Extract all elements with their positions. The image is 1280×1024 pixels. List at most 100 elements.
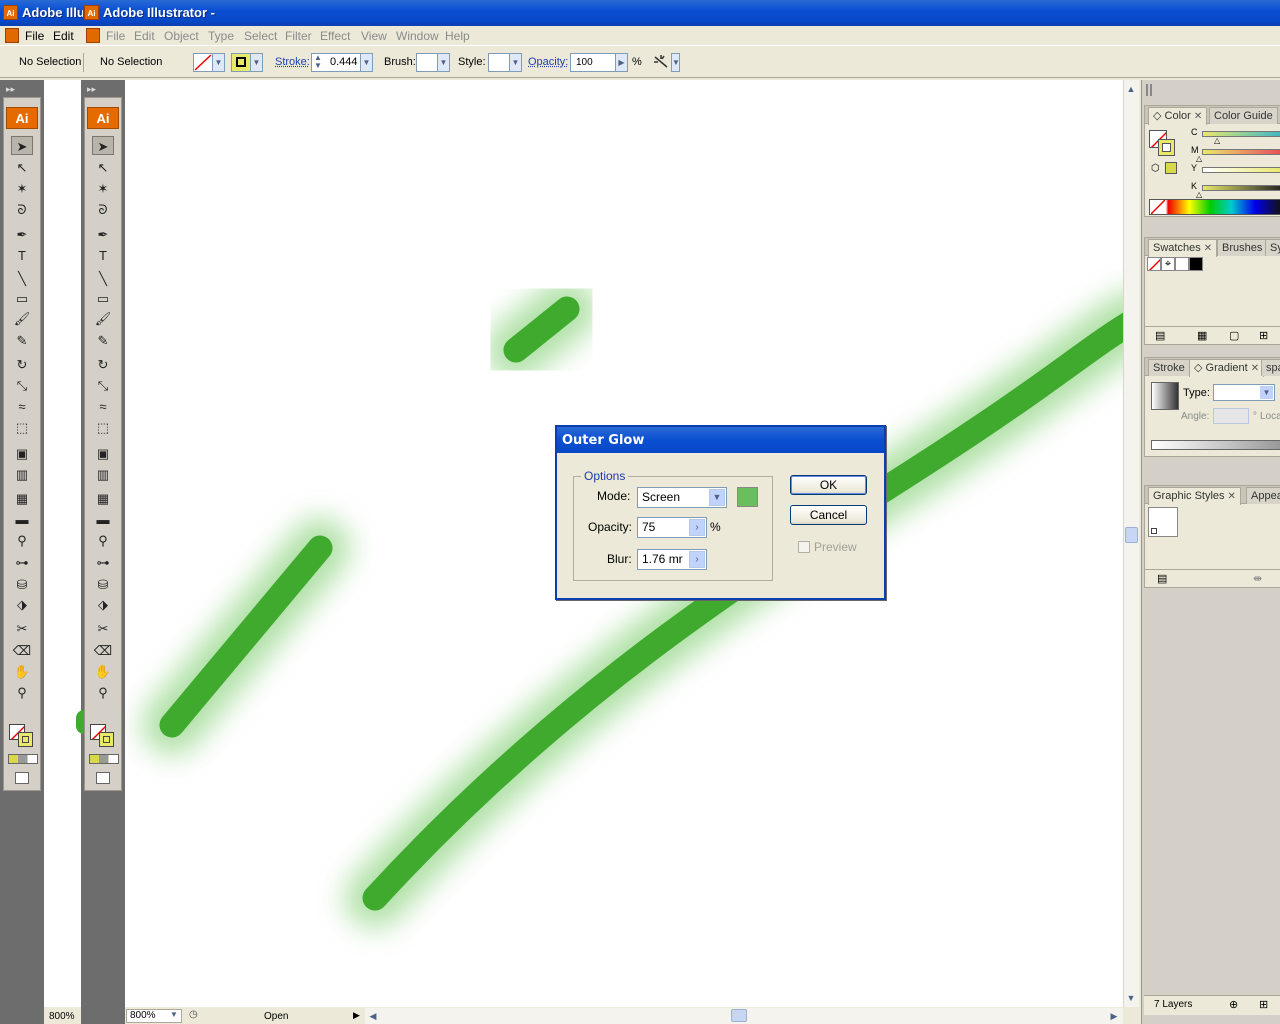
pencil-tool-icon[interactable]: ✎ (92, 331, 114, 350)
tab-brushes[interactable]: Brushes (1217, 239, 1268, 256)
back-menu-edit[interactable]: Edit (53, 29, 74, 43)
fill-stroke-icon[interactable] (90, 724, 116, 748)
dialog-title[interactable]: Outer Glow (557, 427, 884, 453)
back-rotate-tool-icon[interactable]: ↻ (11, 355, 33, 374)
recolor-dropdown[interactable]: ▼ (671, 53, 680, 72)
back-paintbrush-tool-icon[interactable]: 🖌 (11, 309, 33, 328)
swatch-none-icon[interactable] (1147, 257, 1161, 271)
color-mode-icons[interactable] (89, 754, 119, 764)
style-field[interactable] (488, 53, 510, 72)
vertical-scroll-thumb[interactable] (1125, 527, 1138, 543)
menu-select[interactable]: Select (244, 29, 277, 43)
dock-grip[interactable] (1146, 84, 1152, 96)
slider-c-thumb-icon[interactable]: △ (1214, 136, 1220, 145)
close-icon[interactable]: ✕ (1228, 491, 1236, 502)
tab-transparency[interactable]: spar (1261, 359, 1280, 376)
back-gradient-tool-icon[interactable]: ▬ (11, 510, 33, 529)
back-eraser-tool-icon[interactable]: ⌫ (11, 641, 33, 660)
zoom-dropdown-icon[interactable]: ▼ (170, 1010, 178, 1019)
horizontal-scrollbar[interactable]: ◀ ▶ (365, 1008, 1123, 1024)
scroll-up-arrow-icon[interactable]: ▲ (1124, 82, 1138, 96)
back-slice-tool-icon[interactable]: ✂ (11, 619, 33, 638)
brush-dropdown[interactable]: ▼ (437, 53, 450, 72)
fill-stroke-proxy[interactable] (1149, 130, 1177, 158)
swatch-white[interactable] (1175, 257, 1189, 271)
selection-tool-icon[interactable]: ➤ (92, 136, 114, 155)
magic-wand-tool-icon[interactable]: ✶ (92, 179, 114, 198)
front-window-menu-icon[interactable] (86, 28, 100, 43)
tab-symbols[interactable]: Sy (1265, 239, 1280, 256)
eyedropper-tool-icon[interactable]: ⚲ (92, 531, 114, 550)
back-menu-file[interactable]: File (25, 29, 44, 43)
back-pen-tool-icon[interactable]: ✒ (11, 225, 33, 244)
back-type-tool-icon[interactable]: T (11, 246, 33, 265)
back-live-paint-selection-tool-icon[interactable]: ⬗ (11, 595, 33, 614)
menu-view[interactable]: View (361, 29, 387, 43)
paintbrush-tool-icon[interactable]: 🖌 (92, 309, 114, 328)
slider-m[interactable] (1202, 149, 1280, 155)
scale-tool-icon[interactable]: ⤡ (92, 376, 114, 395)
back-line-segment-tool-icon[interactable]: ╲ (11, 269, 33, 288)
status-menu-icon[interactable]: ◷ (189, 1009, 198, 1020)
hand-tool-icon[interactable]: ✋ (92, 662, 114, 681)
new-layer-icon[interactable]: ⊞ (1259, 998, 1268, 1011)
column-graph-tool-icon[interactable]: ▥ (92, 465, 114, 484)
back-direct-selection-tool-icon[interactable]: ↖ (11, 158, 33, 177)
slider-k-thumb-icon[interactable]: △ (1196, 190, 1202, 199)
back-scale-tool-icon[interactable]: ⤡ (11, 376, 33, 395)
menu-filter[interactable]: Filter (285, 29, 312, 43)
status-arrow-icon[interactable]: ▶ (353, 1010, 360, 1021)
graphic-style-libraries-icon[interactable]: ▤ (1157, 572, 1167, 585)
gradient-slider[interactable] (1151, 440, 1280, 450)
line-segment-tool-icon[interactable]: ╲ (92, 269, 114, 288)
menu-edit[interactable]: Edit (134, 29, 155, 43)
back-toolbox-header[interactable]: ▸▸ (3, 82, 41, 97)
tab-appearance[interactable]: Appea (1246, 487, 1280, 504)
back-rectangle-tool-icon[interactable]: ▭ (11, 289, 33, 308)
warp-tool-icon[interactable]: ≈ (92, 397, 114, 416)
gradient-preview[interactable] (1151, 382, 1179, 410)
tab-stroke[interactable]: Stroke (1148, 359, 1190, 376)
pen-tool-icon[interactable]: ✒ (92, 225, 114, 244)
back-fill-stroke-icon[interactable] (9, 724, 35, 748)
back-zoom-level[interactable]: 800% (49, 1011, 75, 1022)
back-symbol-sprayer-tool-icon[interactable]: ▣ (11, 444, 33, 463)
menu-file[interactable]: File (106, 29, 125, 43)
slider-y[interactable] (1202, 167, 1280, 173)
scroll-down-arrow-icon[interactable]: ▼ (1124, 991, 1138, 1005)
menu-window[interactable]: Window (396, 29, 439, 43)
back-warp-tool-icon[interactable]: ≈ (11, 397, 33, 416)
last-color-swatch[interactable] (1165, 162, 1177, 174)
menu-help[interactable]: Help (445, 29, 470, 43)
close-icon[interactable]: ✕ (1251, 363, 1259, 374)
back-live-paint-bucket-tool-icon[interactable]: ⛁ (11, 575, 33, 594)
slider-m-thumb-icon[interactable]: △ (1196, 154, 1202, 163)
scroll-left-arrow-icon[interactable]: ◀ (366, 1009, 380, 1023)
tab-graphic-styles[interactable]: Graphic Styles ✕ (1148, 487, 1241, 505)
back-lasso-tool-icon[interactable]: ᘐ (11, 200, 33, 219)
front-window-titlebar[interactable]: Ai Adobe Illustrator - (83, 0, 1280, 26)
gradient-tool-icon[interactable]: ▬ (92, 510, 114, 529)
none-color-icon[interactable] (1151, 200, 1165, 214)
blend-tool-icon[interactable]: ⊶ (92, 553, 114, 572)
new-sublayer-icon[interactable]: ⊕ (1229, 998, 1238, 1011)
mesh-tool-icon[interactable]: ▦ (92, 489, 114, 508)
menu-object[interactable]: Object (164, 29, 199, 43)
back-eyedropper-tool-icon[interactable]: ⚲ (11, 531, 33, 550)
swatch-options-icon[interactable]: ▢ (1229, 329, 1239, 342)
type-tool-icon[interactable]: T (92, 246, 114, 265)
toolbox-header[interactable]: ▸▸ (84, 82, 122, 97)
gradient-angle-field[interactable] (1213, 408, 1249, 424)
stroke-dropdown[interactable]: ▼ (250, 53, 263, 72)
back-window-titlebar[interactable]: Ai Adobe Illu (0, 0, 85, 26)
back-color-mode-icons[interactable] (8, 754, 38, 764)
back-free-transform-tool-icon[interactable]: ⬚ (11, 418, 33, 437)
back-blend-tool-icon[interactable]: ⊶ (11, 553, 33, 572)
scroll-right-arrow-icon[interactable]: ▶ (1107, 1009, 1121, 1023)
stroke-color-swatch[interactable] (231, 53, 251, 72)
horizontal-scroll-thumb[interactable] (731, 1009, 747, 1022)
cube-icon[interactable]: ⬡ (1151, 163, 1160, 174)
break-link-icon[interactable]: ⇼ (1253, 572, 1262, 585)
preview-checkbox[interactable] (798, 541, 810, 553)
swatch-libraries-icon[interactable]: ▤ (1155, 329, 1165, 342)
